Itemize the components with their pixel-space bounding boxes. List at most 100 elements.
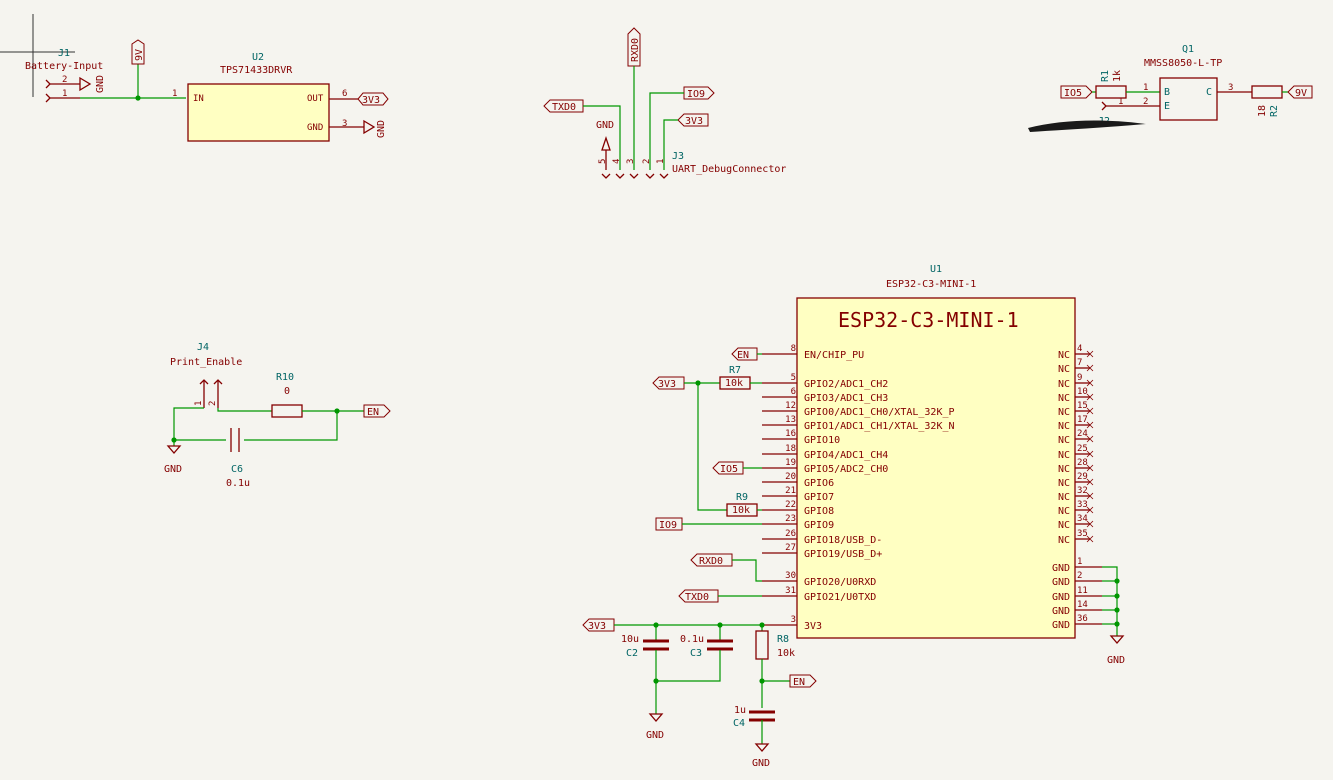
net-label-rxd0-u1[interactable]: RXD0	[690, 553, 733, 567]
u2-pin-in: IN	[193, 94, 204, 104]
j4-value: Print_Enable	[170, 357, 242, 368]
u1-pin-name: GPIO18/USB_D-	[804, 535, 882, 546]
u1-pin-name: NC	[1058, 520, 1070, 531]
gnd-label-c4: GND	[752, 758, 770, 769]
u1-pin-num: 13	[785, 415, 796, 425]
j3-pin-4: 4	[612, 159, 622, 164]
connector-j1[interactable]: J1 Battery-Input 2 1	[25, 48, 103, 103]
j4-pin-1: 1	[194, 401, 204, 406]
q1-value: MMSS8050-L-TP	[1144, 58, 1222, 69]
u1-pin-num: 32	[1077, 486, 1088, 496]
gnd-label-c2: GND	[646, 730, 664, 741]
c6-ref: C6	[231, 464, 243, 475]
net-rxd0-u1-text: RXD0	[699, 556, 723, 567]
capacitor-c2[interactable]: 10u C2	[621, 634, 669, 659]
net-label-io9-j3[interactable]: IO9	[683, 86, 715, 100]
capacitor-c6[interactable]: C6 0.1u	[226, 428, 250, 489]
u1-pin-num: 24	[1077, 429, 1088, 439]
net-label-9v-top[interactable]: 9V	[131, 39, 145, 65]
q1-ref: Q1	[1182, 44, 1194, 55]
u1-pin-num: 34	[1077, 514, 1088, 524]
connector-j4[interactable]: J4 Print_Enable 1 2	[170, 342, 242, 408]
net-label-io5-r1[interactable]: IO5	[1060, 85, 1093, 99]
connector-j3[interactable]: 5 4 3 2 1 J3 UART_DebugConnector	[598, 151, 786, 179]
resistor-r9[interactable]: R9 10k	[726, 492, 758, 517]
gnd-symbol-j4: GND	[164, 445, 182, 475]
resistor-r10[interactable]: R10 0	[271, 372, 303, 418]
u2-pin-out-num: 6	[342, 89, 347, 99]
resistor-r7[interactable]: R7 10k	[719, 365, 751, 390]
net-label-3v3-j3[interactable]: 3V3	[677, 113, 709, 127]
net-label-io9-u1[interactable]: IO9	[655, 517, 683, 531]
gnd-label-j4: GND	[164, 464, 182, 475]
u1-pin-name: GPIO9	[804, 520, 834, 531]
u2-pin-out: OUT	[307, 94, 324, 104]
resistor-r8[interactable]: R8 10k	[755, 625, 795, 660]
q1-pin-e: E	[1164, 101, 1170, 112]
gnd-label-j1: GND	[95, 75, 106, 93]
u1-pin-name: GPIO7	[804, 492, 834, 503]
scribble-mark	[1028, 120, 1146, 132]
net-label-3v3-rail[interactable]: 3V3	[582, 618, 615, 632]
u1-pin-num: 10	[1077, 387, 1088, 397]
net-label-en-r8[interactable]: EN	[789, 674, 817, 688]
j3-pin-5: 5	[598, 159, 608, 164]
c4-value: 1u	[734, 705, 746, 716]
j1-pin-1: 1	[62, 89, 67, 99]
u1-pin-num: 31	[785, 586, 796, 596]
net-label-en-r10[interactable]: EN	[363, 404, 391, 418]
j3-pin-1: 1	[656, 159, 666, 164]
net-label-txd0-j3[interactable]: TXD0	[543, 99, 584, 113]
u1-pin-num: 3	[791, 615, 796, 625]
gnd-symbol-c4: GND	[752, 743, 770, 769]
u1-pin-name: GPIO3/ADC1_CH3	[804, 393, 888, 404]
u1-pin-name: GPIO1/ADC1_CH1/XTAL_32K_N	[804, 421, 955, 432]
capacitor-c4[interactable]: 1u C4	[733, 705, 775, 729]
u1-pin-num: 19	[785, 458, 796, 468]
capacitor-c3[interactable]: 0.1u C3	[680, 634, 733, 659]
u1-pin-name: NC	[1058, 421, 1070, 432]
u1-pin-name: NC	[1058, 478, 1070, 489]
u1-pin-name: NC	[1058, 450, 1070, 461]
r1-ref: R1	[1100, 70, 1111, 82]
u1-pin-name: NC	[1058, 435, 1070, 446]
u1-pin-num: 17	[1077, 415, 1088, 425]
net-txd0-j3-text: TXD0	[552, 102, 576, 113]
u1-pin-num: 14	[1077, 600, 1088, 610]
resistor-r2[interactable]: R2 18	[1251, 85, 1283, 117]
q1-pin-b: B	[1164, 87, 1170, 98]
transistor-q1[interactable]: Q1 MMSS8050-L-TP B E C 1 2 3	[1143, 44, 1233, 121]
u1-pin-num: 23	[785, 514, 796, 524]
net-3v3-j3-text: 3V3	[685, 116, 703, 127]
j1-value: Battery-Input	[25, 61, 103, 72]
net-label-3v3-u2[interactable]: 3V3	[357, 92, 389, 106]
net-txd0-u1-text: TXD0	[685, 592, 709, 603]
j4-pin-2: 2	[208, 401, 218, 406]
net-label-3v3-r7[interactable]: 3V3	[652, 376, 685, 390]
r2-ref: R2	[1269, 105, 1280, 117]
u1-pin-name: NC	[1058, 464, 1070, 475]
r2-value: 18	[1257, 105, 1268, 117]
u1-pin-num: 12	[785, 401, 796, 411]
j4-ref: J4	[197, 342, 209, 353]
u2-pin-in-num: 1	[172, 89, 177, 99]
net-label-9v-q1[interactable]: 9V	[1287, 85, 1313, 99]
net-label-txd0-u1[interactable]: TXD0	[678, 589, 719, 603]
u1-pin-num: 7	[1077, 358, 1082, 368]
r9-ref: R9	[736, 492, 748, 503]
gnd-label-u1: GND	[1107, 655, 1125, 666]
u1-pin-name: GPIO6	[804, 478, 834, 489]
u1-pin-num: 21	[785, 486, 796, 496]
resistor-r1[interactable]: R1 1k	[1095, 70, 1127, 99]
mcu-u1[interactable]: U1 ESP32-C3-MINI-1 ESP32-C3-MINI-1 8 EN/C…	[762, 264, 1102, 639]
net-label-en-u1[interactable]: EN	[731, 347, 758, 361]
net-label-rxd0-j3[interactable]: RXD0	[627, 27, 641, 67]
r7-ref: R7	[729, 365, 741, 376]
net-en-r8-text: EN	[793, 677, 805, 688]
j1-pin-2: 2	[62, 75, 67, 85]
u1-pin-name: NC	[1058, 393, 1070, 404]
net-3v3-rail-text: 3V3	[588, 621, 606, 632]
r10-value: 0	[284, 386, 290, 397]
regulator-u2[interactable]: U2 TPS71433DRVR 1 IN OUT 6 GND 3	[172, 52, 347, 142]
net-label-io5-u1[interactable]: IO5	[712, 461, 744, 475]
